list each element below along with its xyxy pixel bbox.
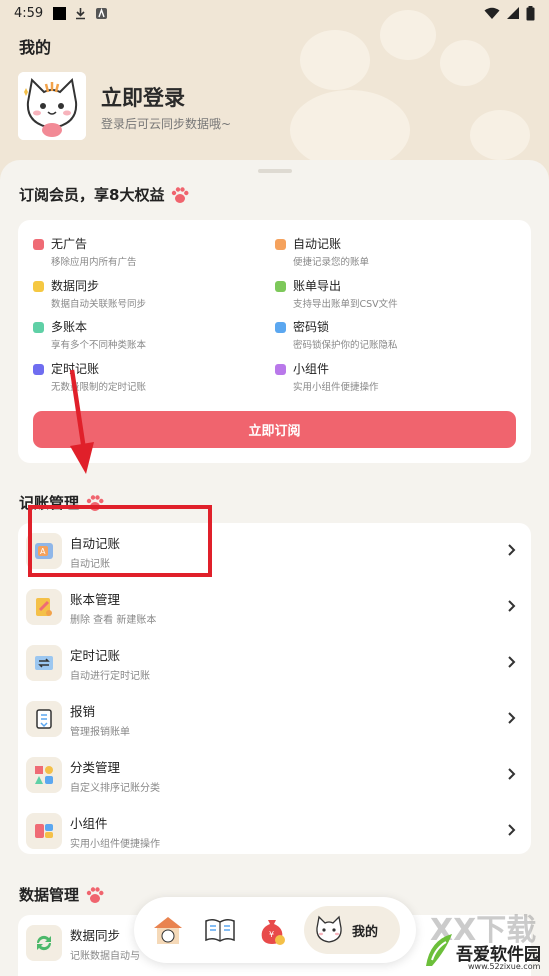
benefit-dot (275, 280, 286, 292)
nav-mine-label: 我的 (352, 924, 379, 940)
nav-mine[interactable]: 我的 (304, 906, 400, 954)
money-bag-icon: ¥ (261, 920, 285, 945)
row-subtitle: 实用小组件便捷操作 (70, 838, 160, 850)
benefit-desc: 实用小组件便捷操作 (293, 382, 379, 393)
data-management-title-text: 数据管理 (19, 886, 80, 904)
benefit-password-lock: 密码锁 密码锁保护你的记账隐私 (275, 319, 398, 351)
row-subtitle: 管理报销账单 (70, 726, 130, 738)
nav-assets[interactable]: ¥ (246, 905, 298, 955)
chevron-right-icon (508, 712, 516, 724)
annotation-arrow-icon (69, 369, 94, 474)
watermark-url: www.52zixue.com (468, 962, 541, 971)
membership-title-text: 订阅会员，享8大权益 (19, 186, 165, 204)
nav-bills[interactable] (194, 905, 246, 955)
nav-home[interactable] (142, 905, 194, 955)
page-title: 我的 (19, 38, 52, 57)
widget-icon (26, 813, 62, 849)
menu-item-ledger-management[interactable]: 账本管理 删除 查看 新建账本 (18, 579, 531, 635)
row-title: 报销 (70, 703, 96, 719)
benefit-no-ads: 无广告 移除应用内所有广告 (33, 236, 137, 268)
status-time: 4:59 (14, 5, 44, 21)
battery-icon (526, 5, 535, 20)
row-subtitle: 删除 查看 新建账本 (70, 614, 157, 626)
scheduled-record-icon (26, 645, 62, 681)
signal-icon (507, 7, 519, 19)
download-icon (76, 7, 86, 19)
benefit-dot (275, 238, 286, 250)
benefit-name: 账单导出 (293, 279, 342, 293)
sheet-handle[interactable] (258, 169, 292, 173)
paw-icon (172, 186, 189, 203)
benefit-bill-export: 账单导出 支持导出账单到CSV文件 (275, 278, 398, 310)
category-icon (26, 757, 62, 793)
benefit-desc: 便捷记录您的账单 (293, 257, 370, 268)
cat-avatar-icon (18, 72, 86, 140)
bottom-nav: ¥ 我的 (134, 897, 416, 963)
benefit-desc: 密码锁保护你的记账隐私 (293, 340, 398, 351)
benefit-widget: 小组件 实用小组件便捷操作 (275, 361, 379, 393)
benefit-name: 多账本 (51, 320, 88, 334)
benefit-name: 密码锁 (293, 320, 330, 334)
benefit-dot (33, 363, 44, 375)
login-title[interactable]: 立即登录 (101, 82, 185, 112)
notification-icon (53, 6, 67, 20)
membership-title: 订阅会员，享8大权益 (19, 184, 190, 205)
avatar[interactable] (18, 72, 86, 140)
row-title: 分类管理 (70, 759, 121, 775)
svg-text:¥: ¥ (269, 930, 274, 939)
row-subtitle: 自定义排序记账分类 (70, 782, 160, 794)
menu-item-scheduled-record[interactable]: 定时记账 自动进行定时记账 (18, 635, 531, 691)
status-bar: 4:59 (0, 0, 549, 26)
login-subtitle: 登录后可云同步数据哦~ (101, 117, 232, 131)
benefit-dot (33, 280, 44, 292)
chevron-right-icon (508, 824, 516, 836)
benefit-multi-ledger: 多账本 享有多个不同种类账本 (33, 319, 146, 351)
wifi-icon (484, 7, 500, 19)
menu-item-reimbursement[interactable]: 报销 管理报销账单 (18, 691, 531, 747)
sync-icon (26, 925, 62, 961)
cat-house-icon (154, 917, 182, 944)
benefit-desc: 移除应用内所有广告 (51, 257, 137, 268)
benefit-dot (33, 321, 44, 333)
benefit-name: 无广告 (51, 237, 88, 251)
row-title: 账本管理 (70, 591, 121, 607)
menu-item-widget[interactable]: 小组件 实用小组件便捷操作 (18, 803, 531, 859)
row-title: 定时记账 (70, 647, 121, 663)
cat-profile-icon (316, 915, 342, 943)
book-icon (205, 918, 235, 942)
ledger-icon (26, 589, 62, 625)
row-title: 小组件 (70, 815, 108, 831)
benefit-name: 数据同步 (51, 279, 100, 293)
data-management-title: 数据管理 (19, 884, 105, 905)
paw-icon (86, 886, 104, 903)
benefit-dot (33, 238, 44, 250)
row-subtitle: 记账数据自动与 (70, 950, 140, 962)
row-subtitle: 自动进行定时记账 (70, 670, 150, 682)
app-notification-icon (96, 7, 108, 19)
chevron-right-icon (508, 768, 516, 780)
highlight-box (28, 505, 212, 577)
benefit-auto-record: 自动记账 便捷记录您的账单 (275, 236, 369, 268)
benefit-dot (275, 363, 286, 375)
row-title: 数据同步 (70, 927, 121, 943)
watermark-logo-icon (426, 934, 452, 966)
benefit-dot (275, 321, 286, 333)
menu-item-category-management[interactable]: 分类管理 自定义排序记账分类 (18, 747, 531, 803)
benefit-desc: 享有多个不同种类账本 (51, 340, 147, 351)
benefit-name: 小组件 (293, 362, 330, 376)
reimbursement-icon (26, 701, 62, 737)
chevron-right-icon (508, 600, 516, 612)
benefit-name: 自动记账 (293, 237, 342, 251)
benefit-desc: 支持导出账单到CSV文件 (293, 299, 398, 310)
subscribe-button[interactable]: 立即订阅 (33, 411, 516, 448)
chevron-right-icon (508, 544, 516, 556)
benefit-desc: 数据自动关联账号同步 (51, 299, 147, 310)
chevron-right-icon (508, 656, 516, 668)
benefit-data-sync: 数据同步 数据自动关联账号同步 (33, 278, 146, 310)
